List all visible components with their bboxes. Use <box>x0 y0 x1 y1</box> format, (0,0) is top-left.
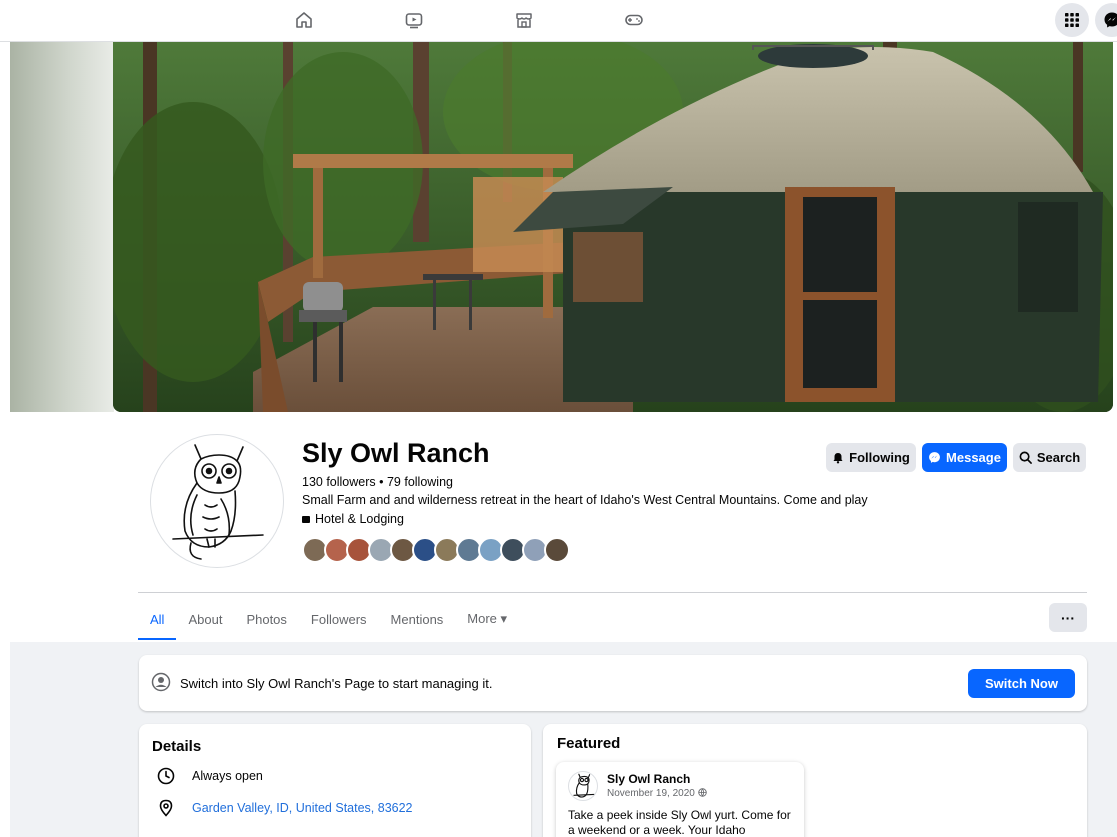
following-button[interactable]: Following <box>826 443 916 472</box>
page-bio: Small Farm and and wilderness retreat in… <box>302 493 868 507</box>
switch-profile-card: Switch into Sly Owl Ranch's Page to star… <box>139 655 1087 711</box>
page-category: Hotel & Lodging <box>302 512 404 526</box>
profile-switch-icon <box>151 672 171 692</box>
clock-icon <box>157 767 175 785</box>
details-card: Details Always open Garden Valley, ID, U… <box>139 724 531 837</box>
post-avatar[interactable] <box>568 771 598 801</box>
post-author[interactable]: Sly Owl Ranch <box>607 772 690 786</box>
page-avatar[interactable] <box>150 434 284 568</box>
featured-post[interactable]: Sly Owl Ranch November 19, 2020 Take a p… <box>556 762 804 837</box>
followers-count[interactable]: 130 followers • 79 following <box>302 475 453 489</box>
post-date-text: November 19, 2020 <box>607 788 695 799</box>
messenger-icon <box>929 452 940 463</box>
messenger-icon[interactable] <box>1095 3 1117 37</box>
home-icon[interactable] <box>292 8 316 32</box>
post-text: Take a peek inside Sly Owl yurt. Come fo… <box>568 808 791 837</box>
following-label: Following <box>849 450 910 465</box>
video-icon[interactable] <box>402 8 426 32</box>
post-date[interactable]: November 19, 2020 <box>607 788 707 799</box>
tab-mentions[interactable]: Mentions <box>379 598 456 640</box>
bell-icon <box>833 452 843 463</box>
page-title: Sly Owl Ranch <box>302 438 490 468</box>
cover-blur-edge <box>10 42 114 412</box>
tab-more[interactable]: More ▾ <box>455 598 519 640</box>
tab-about[interactable]: About <box>176 598 234 640</box>
switch-prompt: Switch into Sly Owl Ranch's Page to star… <box>180 676 493 691</box>
mutual-friends[interactable] <box>302 537 570 563</box>
search-button[interactable]: Search <box>1013 443 1086 472</box>
location-link[interactable]: Garden Valley, ID, United States, 83622 <box>192 801 413 815</box>
briefcase-icon <box>302 515 310 523</box>
apps-grid-icon[interactable] <box>1055 3 1089 37</box>
category-label: Hotel & Lodging <box>315 512 404 526</box>
cover-photo[interactable] <box>113 42 1113 412</box>
message-button[interactable]: Message <box>922 443 1007 472</box>
globe-icon <box>697 788 707 797</box>
friend-avatar[interactable] <box>544 537 570 563</box>
more-options-button[interactable]: ··· <box>1049 603 1087 632</box>
details-title: Details <box>152 738 202 755</box>
featured-card: Featured Sly Owl Ranch November 19, 2020… <box>543 724 1087 837</box>
marketplace-icon[interactable] <box>512 8 536 32</box>
hours-text: Always open <box>192 769 263 783</box>
owl-logo <box>573 773 595 798</box>
switch-now-button[interactable]: Switch Now <box>968 669 1075 698</box>
owl-logo <box>172 444 264 560</box>
tab-photos[interactable]: Photos <box>234 598 298 640</box>
location-pin-icon <box>159 799 173 817</box>
featured-title: Featured <box>557 735 621 752</box>
tab-all[interactable]: All <box>138 598 177 640</box>
tab-followers[interactable]: Followers <box>299 598 379 640</box>
page-tabs: All About Photos Followers Mentions More… <box>138 598 519 640</box>
gaming-icon[interactable] <box>622 8 646 32</box>
location-row: Garden Valley, ID, United States, 83622 <box>157 799 413 817</box>
hours-row: Always open <box>157 767 263 785</box>
header-divider <box>138 592 1087 593</box>
left-edge <box>0 42 10 837</box>
top-navigation-bar <box>0 0 1117 42</box>
search-label: Search <box>1036 450 1081 465</box>
search-icon <box>1019 451 1032 464</box>
message-label: Message <box>946 450 1001 465</box>
